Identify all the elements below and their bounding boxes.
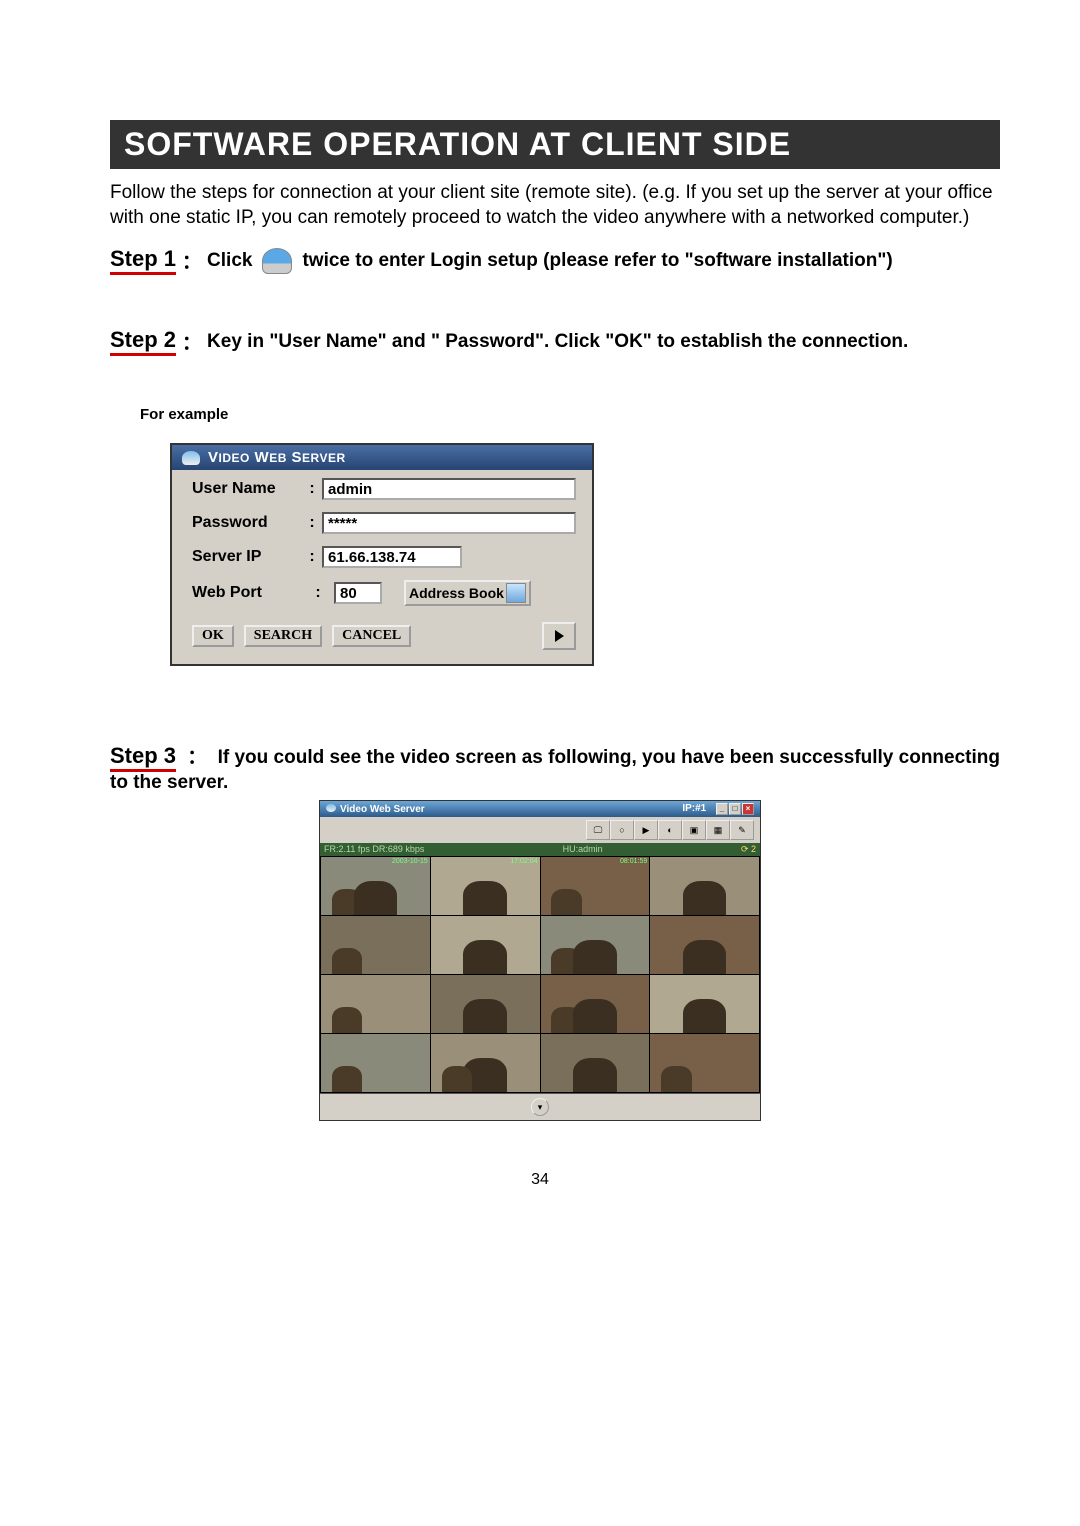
button-row: OK SEARCH CANCEL — [172, 610, 592, 664]
camera-cell[interactable] — [650, 1034, 759, 1092]
address-book-icon — [506, 583, 526, 603]
username-field[interactable]: admin — [322, 478, 576, 500]
camera-cell[interactable] — [431, 975, 540, 1033]
page-number: 34 — [80, 1171, 1000, 1189]
step-3-label: Step 3 — [110, 743, 176, 772]
status-user: HU:admin — [563, 844, 603, 855]
address-book-label: Address Book — [409, 585, 504, 601]
username-label: User Name — [192, 480, 302, 498]
tool-settings-icon[interactable]: ✎ — [730, 820, 754, 840]
ok-button[interactable]: OK — [192, 625, 234, 647]
viewer-ip: IP:#1 — [682, 803, 706, 814]
login-title: VIDEO WEB SERVER — [208, 449, 346, 466]
step-2-label: Step 2 — [110, 327, 176, 356]
camera-cell[interactable]: 2003-10-15 — [321, 857, 430, 915]
play-icon — [555, 630, 564, 642]
camera-cell[interactable] — [650, 857, 759, 915]
intro-paragraph: Follow the steps for connection at your … — [110, 181, 1000, 230]
globe-icon — [326, 804, 336, 812]
camera-cell[interactable] — [541, 916, 650, 974]
step-1: Step 1 ： Click twice to enter Login setu… — [110, 246, 1000, 275]
step-1-colon: ： — [182, 247, 201, 274]
viewer-footer: ▾ — [320, 1093, 760, 1120]
step-2: Step 2 ： Key in "User Name" and " Passwo… — [110, 327, 1000, 356]
row-serverip: Server IP : 61.66.138.74 — [172, 538, 592, 572]
row-username: User Name : admin — [172, 470, 592, 504]
status-right-icon: ⟳ 2 — [741, 844, 756, 855]
page-title-bar: SOFTWARE OPERATION AT CLIENT SIDE — [110, 120, 1000, 169]
camera-cell[interactable]: 17:02:04 — [431, 857, 540, 915]
camera-cell[interactable] — [650, 916, 759, 974]
status-framerate: FR:2.11 fps DR:689 kbps — [324, 844, 424, 855]
camera-cell[interactable] — [541, 975, 650, 1033]
timestamp: 08:01:59 — [620, 858, 647, 865]
viewer-status-bar: FR:2.11 fps DR:689 kbps HU:admin ⟳ 2 — [320, 843, 760, 856]
row-password: Password : ***** — [172, 504, 592, 538]
maximize-icon[interactable]: □ — [729, 803, 741, 815]
cancel-button[interactable]: CANCEL — [332, 625, 411, 647]
camera-cell[interactable] — [431, 916, 540, 974]
step-3: Step 3 ： If you could see the video scre… — [110, 742, 1000, 794]
camera-cell[interactable]: 08:01:59 — [541, 857, 650, 915]
camera-cell[interactable] — [321, 916, 430, 974]
minimize-icon[interactable]: _ — [716, 803, 728, 815]
login-title-bar: VIDEO WEB SERVER — [172, 445, 592, 470]
tool-monitor-icon[interactable]: 🖵 — [586, 820, 610, 840]
viewer-title-bar: Video Web Server IP:#1 _□× — [320, 801, 760, 817]
close-icon[interactable]: × — [742, 803, 754, 815]
camera-cell[interactable] — [321, 1034, 430, 1092]
tool-camera-icon[interactable]: ▣ — [682, 820, 706, 840]
window-buttons: _□× — [715, 803, 754, 814]
step-1-label: Step 1 — [110, 246, 176, 275]
for-example-label: For example — [140, 406, 1000, 423]
page-title: SOFTWARE OPERATION AT CLIENT SIDE — [124, 126, 791, 162]
chevron-down-icon[interactable]: ▾ — [531, 1098, 549, 1116]
row-webport: Web Port : 80 Address Book — [172, 572, 592, 610]
viewer-title: Video Web Server — [340, 804, 425, 815]
step-3-text: If you could see the video screen as fol… — [110, 747, 1000, 793]
step-3-colon: ： — [187, 747, 206, 768]
webport-label: Web Port — [192, 584, 302, 602]
step-1-after: twice to enter Login setup (please refer… — [302, 250, 892, 272]
app-launch-icon[interactable] — [262, 248, 292, 274]
tool-grid-icon[interactable]: ▦ — [706, 820, 730, 840]
camera-cell[interactable] — [431, 1034, 540, 1092]
camera-cell[interactable] — [541, 1034, 650, 1092]
tool-moon-icon[interactable]: ◐ — [658, 820, 682, 840]
webport-field[interactable]: 80 — [334, 582, 382, 604]
password-label: Password — [192, 514, 302, 532]
camera-cell[interactable] — [321, 975, 430, 1033]
timestamp: 2003-10-15 — [392, 858, 428, 865]
serverip-label: Server IP — [192, 548, 302, 566]
step-2-colon: ： — [182, 328, 201, 355]
video-viewer-window: Video Web Server IP:#1 _□× 🖵 ○ ▶ ◐ ▣ ▦ ✎… — [319, 800, 761, 1121]
serverip-field[interactable]: 61.66.138.74 — [322, 546, 462, 568]
search-button[interactable]: SEARCH — [244, 625, 322, 647]
viewer-toolbar: 🖵 ○ ▶ ◐ ▣ ▦ ✎ — [320, 817, 760, 843]
login-dialog: VIDEO WEB SERVER User Name : admin Passw… — [170, 443, 594, 666]
play-button[interactable] — [542, 622, 576, 650]
timestamp: 17:02:04 — [510, 858, 537, 865]
globe-icon — [182, 451, 200, 465]
step-1-before: Click — [207, 250, 252, 272]
tool-record-icon[interactable]: ○ — [610, 820, 634, 840]
step-2-text: Key in "User Name" and " Password". Clic… — [207, 331, 908, 353]
tool-play-icon[interactable]: ▶ — [634, 820, 658, 840]
camera-cell[interactable] — [650, 975, 759, 1033]
address-book-button[interactable]: Address Book — [404, 580, 531, 606]
password-field[interactable]: ***** — [322, 512, 576, 534]
camera-grid: 2003-10-15 17:02:04 08:01:59 — [320, 856, 760, 1093]
